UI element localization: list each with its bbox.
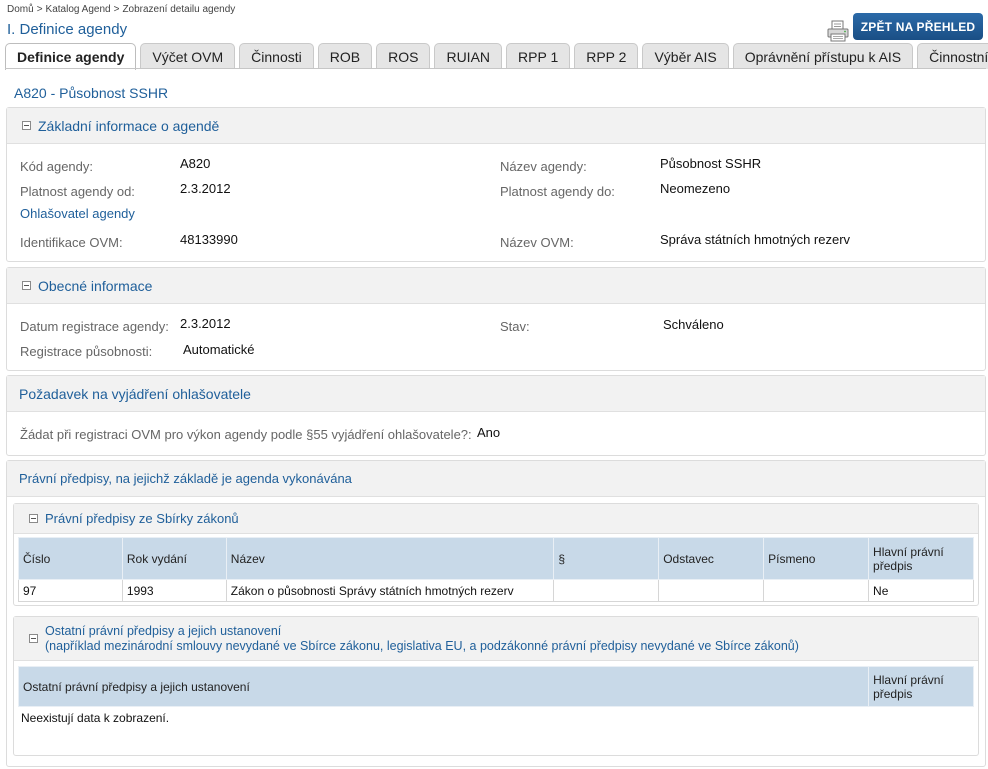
sbirka-header[interactable]: Právní předpisy ze Sbírky zákonů <box>14 504 978 534</box>
nazev-agendy-label: Název agendy: <box>500 159 587 174</box>
collapse-toggle-icon[interactable] <box>22 281 31 290</box>
stav-value: Schváleno <box>663 317 724 332</box>
nazev-ovm-label: Název OVM: <box>500 235 574 250</box>
request-value: Ano <box>477 425 501 440</box>
request-header: Požadavek na vyjádření ohlašovatele <box>7 376 985 412</box>
general-info-panel: Obecné informace Datum registrace agendy… <box>6 267 986 371</box>
basic-info-title: Základní informace o agendě <box>38 117 220 134</box>
identifikace-ovm-label: Identifikace OVM: <box>20 235 123 250</box>
datum-registrace-label: Datum registrace agendy: <box>20 319 169 334</box>
request-label: Žádat při registraci OVM pro výkon agend… <box>20 427 472 442</box>
col-nazev: Název <box>225 537 555 580</box>
cell-rok-vydani: 1993 <box>121 579 227 602</box>
general-info-title: Obecné informace <box>38 277 153 294</box>
breadcrumb-katalog-agend[interactable]: Katalog Agend <box>46 4 111 15</box>
registrace-pusobnosti-value: Automatické <box>183 342 255 357</box>
nazev-agendy-value: Působnost SSHR <box>660 156 762 171</box>
tab-rob[interactable]: ROB <box>317 43 373 69</box>
legal-title: Právní předpisy, na jejichž základě je a… <box>19 471 352 486</box>
col-paragraf: § <box>553 537 660 580</box>
breadcrumb-current: Zobrazení detailu agendy <box>122 4 236 15</box>
col-hlavni-pravni-predpis: Hlavní právní předpis <box>868 537 974 580</box>
cell-nazev: Zákon o působnosti Správy státních hmotn… <box>225 579 555 602</box>
datum-registrace-value: 2.3.2012 <box>180 316 231 331</box>
tab-ruian[interactable]: RUIAN <box>434 43 503 69</box>
platnost-do-value: Neomezeno <box>660 181 731 196</box>
basic-info-panel: Základní informace o agendě Kód agendy: … <box>6 107 986 262</box>
tab-rpp-2[interactable]: RPP 2 <box>574 43 639 69</box>
tabs-divider <box>5 68 986 69</box>
tab-vycet-ovm[interactable]: Výčet OVM <box>140 43 236 69</box>
table-row: 97 1993 Zákon o působnosti Správy státní… <box>18 579 974 602</box>
tab-cinnostni-role[interactable]: Činnostní role <box>917 43 988 69</box>
sbirka-title: Právní předpisy ze Sbírky zákonů <box>45 511 239 526</box>
cell-paragraf <box>553 579 660 602</box>
platnost-od-label: Platnost agendy od: <box>20 184 135 199</box>
kod-agendy-label: Kód agendy: <box>20 159 94 174</box>
platnost-od-value: 2.3.2012 <box>180 181 231 196</box>
ostatni-table: Ostatní právní předpisy a jejich ustanov… <box>17 666 974 707</box>
stav-label: Stav: <box>500 319 530 334</box>
tab-bar: Definice agendy Výčet OVM Činnosti ROB R… <box>5 43 988 70</box>
breadcrumb-home[interactable]: Domů <box>7 4 34 15</box>
collapse-toggle-icon[interactable] <box>29 514 38 523</box>
collapse-toggle-icon[interactable] <box>22 121 31 130</box>
col-odstavec: Odstavec <box>658 537 765 580</box>
legal-header: Právní předpisy, na jejichž základě je a… <box>7 461 985 497</box>
registrace-pusobnosti-label: Registrace působnosti: <box>20 344 153 359</box>
cell-cislo: 97 <box>18 579 123 602</box>
cell-hlavni: Ne <box>868 579 974 602</box>
tab-cinnosti[interactable]: Činnosti <box>239 43 314 69</box>
platnost-do-label: Platnost agendy do: <box>500 184 615 199</box>
ostatni-title: Ostatní právní předpisy a jejich ustanov… <box>45 623 282 638</box>
back-to-overview-button[interactable]: ZPĚT NA PŘEHLED <box>853 13 983 40</box>
sbirka-table: Číslo Rok vydání Název § Odstavec Písmen… <box>18 537 974 602</box>
col-rok-vydani: Rok vydání <box>121 537 227 580</box>
ostatni-subtitle: (například mezinárodní smlouvy nevydané … <box>45 638 799 653</box>
ohlasovatel-agendy-link[interactable]: Ohlašovatel agendy <box>20 206 135 221</box>
col-cislo: Číslo <box>18 537 123 580</box>
col-hlavni-pravni-predpis: Hlavní právní předpis <box>868 666 974 707</box>
cell-pismeno <box>763 579 870 602</box>
tab-opravneni-pristupu[interactable]: Oprávnění přístupu k AIS <box>732 43 914 69</box>
col-pismeno: Písmeno <box>763 537 870 580</box>
tab-vyber-ais[interactable]: Výběr AIS <box>642 43 729 69</box>
nazev-ovm-value: Správa státních hmotných rezerv <box>660 232 851 247</box>
tab-rpp-1[interactable]: RPP 1 <box>506 43 571 69</box>
general-info-header[interactable]: Obecné informace <box>7 268 985 304</box>
breadcrumb: Domů > Katalog Agend > Zobrazení detailu age… <box>7 4 236 15</box>
col-ostatni-predpisy: Ostatní právní předpisy a jejich ustanov… <box>17 666 870 707</box>
request-title: Požadavek na vyjádření ohlašovatele <box>19 385 251 402</box>
kod-agendy-value: A820 <box>180 156 211 171</box>
request-panel: Požadavek na vyjádření ohlašovatele Žáda… <box>6 375 986 456</box>
collapse-toggle-icon[interactable] <box>29 634 38 643</box>
agenda-heading: A820 - Působnost SSHR <box>14 85 169 101</box>
identifikace-ovm-value: 48133990 <box>180 232 238 247</box>
cell-odstavec <box>658 579 765 602</box>
print-icon[interactable] <box>827 20 851 42</box>
tab-definice-agendy[interactable]: Definice agendy <box>5 43 137 70</box>
table-header-row: Ostatní právní předpisy a jejich ustanov… <box>17 666 974 707</box>
ostatni-header[interactable]: Ostatní právní předpisy a jejich ustanov… <box>14 617 978 661</box>
page-title: I. Definice agendy <box>7 21 128 38</box>
table-header-row: Číslo Rok vydání Název § Odstavec Písmen… <box>18 537 974 580</box>
basic-info-header[interactable]: Základní informace o agendě <box>7 108 985 144</box>
tab-ros[interactable]: ROS <box>376 43 431 69</box>
empty-message: Neexistují data k zobrazení. <box>21 711 170 725</box>
